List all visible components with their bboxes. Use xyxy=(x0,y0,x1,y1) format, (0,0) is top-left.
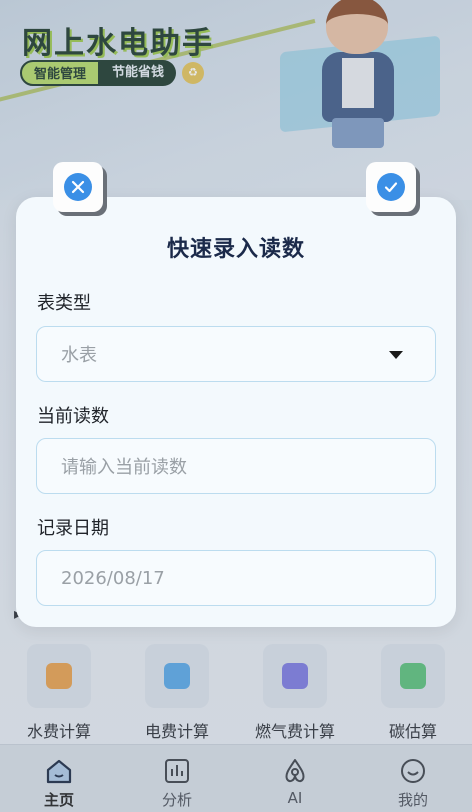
reading-placeholder: 请输入当前读数 xyxy=(61,457,187,478)
confirm-button[interactable] xyxy=(366,162,416,212)
reading-input[interactable]: 请输入当前读数 xyxy=(36,438,436,494)
cancel-button[interactable] xyxy=(53,162,103,212)
reading-label: 当前读数 xyxy=(37,406,109,427)
dialog-title: 快速录入读数 xyxy=(166,237,305,262)
date-value: 2026/08/17 xyxy=(61,567,165,589)
meter-type-select[interactable]: 水表 xyxy=(36,326,436,382)
check-icon xyxy=(384,182,398,193)
date-input[interactable]: 2026/08/17 xyxy=(36,550,436,606)
date-label: 记录日期 xyxy=(37,518,109,539)
meter-type-label: 表类型 xyxy=(37,293,91,314)
chevron-down-icon xyxy=(389,351,403,359)
quick-entry-dialog: 快速录入读数 表类型 水表 当前读数 请输入当前读数 记录日期 2026/08/… xyxy=(16,197,456,627)
close-icon xyxy=(71,180,85,194)
meter-type-value: 水表 xyxy=(61,345,97,366)
